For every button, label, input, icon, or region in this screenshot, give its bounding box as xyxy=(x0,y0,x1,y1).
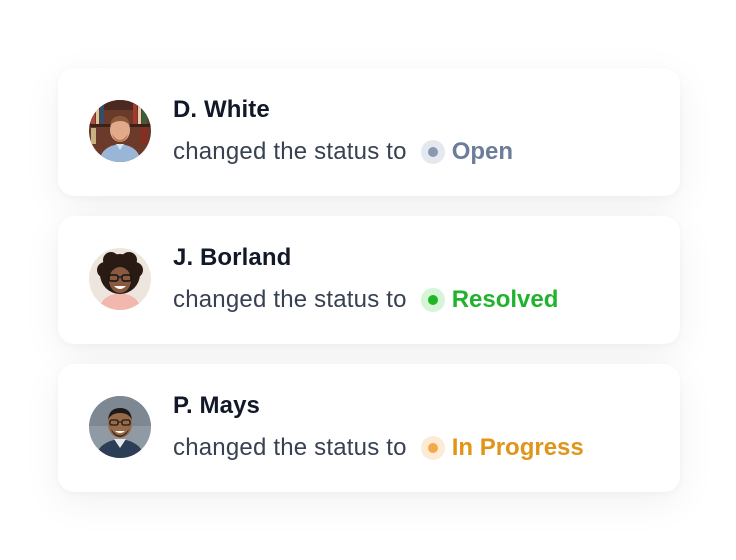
status-dot-icon xyxy=(420,288,445,312)
activity-card[interactable]: D. White changed the status to Open xyxy=(58,68,680,196)
avatar[interactable] xyxy=(89,100,151,162)
user-name: P. Mays xyxy=(173,392,260,419)
action-text: changed the status to xyxy=(173,138,407,165)
status-label: Resolved xyxy=(451,286,559,313)
user-avatar-icon xyxy=(89,396,151,458)
user-avatar-icon xyxy=(89,248,151,310)
status-badge: Open xyxy=(420,138,514,166)
status-label: In Progress xyxy=(451,434,584,461)
action-text: changed the status to xyxy=(173,434,407,461)
user-avatar-icon xyxy=(89,100,151,162)
activity-line: changed the status to Open xyxy=(173,138,513,166)
action-text: changed the status to xyxy=(173,286,407,313)
user-name: J. Borland xyxy=(173,244,292,271)
activity-card[interactable]: J. Borland changed the status to Resolve… xyxy=(58,216,680,344)
status-dot-icon xyxy=(420,140,445,164)
activity-line: changed the status to In Progress xyxy=(173,434,584,462)
avatar[interactable] xyxy=(89,248,151,310)
status-dot-icon xyxy=(420,436,445,460)
activity-card[interactable]: P. Mays changed the status to In Progres… xyxy=(58,364,680,492)
status-badge: In Progress xyxy=(420,434,584,462)
status-label: Open xyxy=(451,138,514,165)
user-name: D. White xyxy=(173,96,270,123)
avatar[interactable] xyxy=(89,396,151,458)
status-badge: Resolved xyxy=(420,286,559,314)
activity-line: changed the status to Resolved xyxy=(173,286,558,314)
